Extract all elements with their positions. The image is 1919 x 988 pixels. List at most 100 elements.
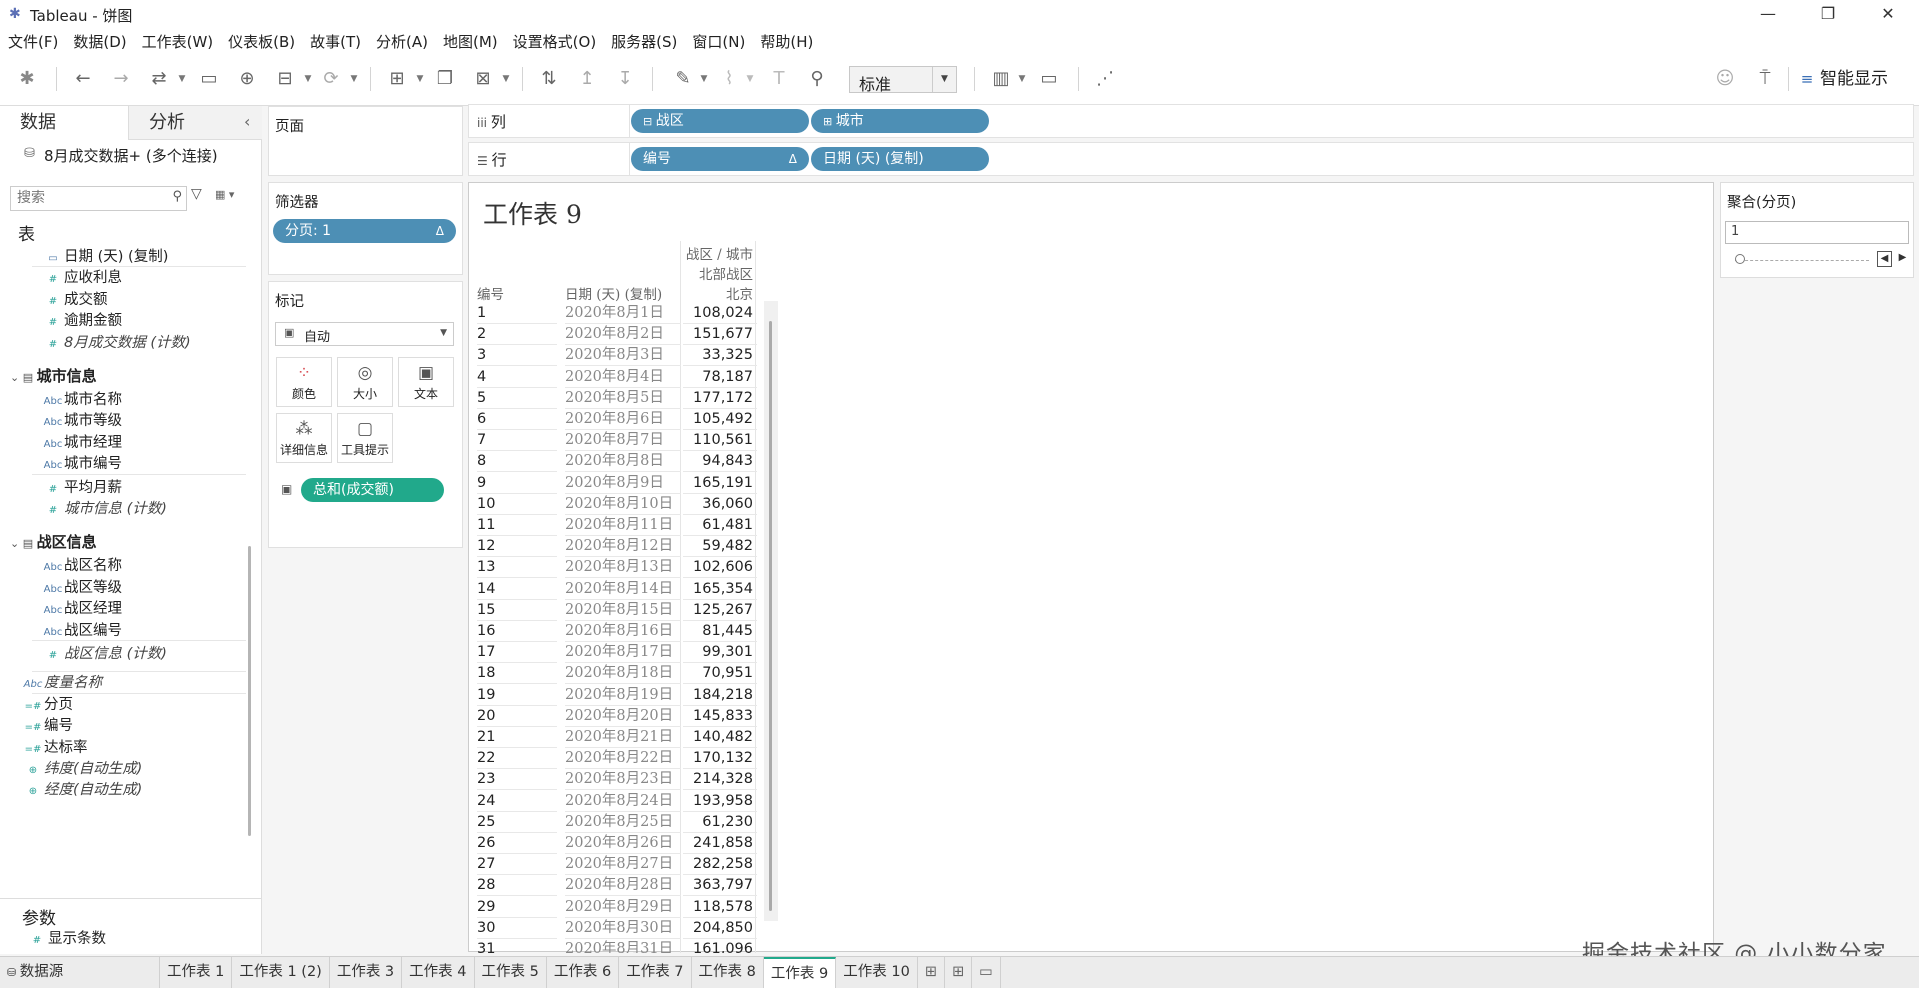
value-cell[interactable]: 59,482: [683, 536, 757, 558]
pause-updates-icon[interactable]: ⊟: [272, 66, 298, 92]
refresh-dropdown-icon[interactable]: ▼: [348, 66, 360, 92]
field-item[interactable]: # 战区信息 (计数): [42, 643, 167, 665]
field-item[interactable]: =# 编号: [22, 715, 73, 737]
redo-icon[interactable]: →: [108, 66, 134, 92]
columns-pill-city[interactable]: ⊞ 城市: [811, 109, 989, 133]
value-cell[interactable]: 105,492: [683, 409, 757, 430]
field-item[interactable]: ⊕ 纬度(自动生成): [22, 758, 143, 780]
replay-icon[interactable]: ⇄: [146, 66, 172, 92]
value-cell[interactable]: 110,561: [683, 430, 757, 452]
menu-item[interactable]: 数据(D): [65, 28, 133, 54]
show-cards-dropdown-icon[interactable]: ▼: [1016, 66, 1028, 92]
value-cell[interactable]: 140,482: [683, 727, 757, 748]
field-item[interactable]: Abc 战区编号: [42, 620, 122, 642]
value-cell[interactable]: 81,445: [683, 621, 757, 642]
value-cell[interactable]: 184,218: [683, 685, 757, 706]
zone-header[interactable]: 北部战区: [681, 263, 753, 283]
filter-icon[interactable]: ▽: [191, 186, 202, 202]
highlight-dropdown-icon[interactable]: ▼: [698, 66, 710, 92]
share-icon[interactable]: ⋰: [1092, 66, 1118, 92]
value-cell[interactable]: 61,230: [683, 812, 757, 833]
filter-pill[interactable]: 分页: 1 Δ: [273, 219, 456, 243]
menu-item[interactable]: 分析(A): [368, 28, 435, 54]
rows-pill-date[interactable]: 日期 (天) (复制): [811, 147, 989, 171]
field-item[interactable]: Abc 城市经理: [42, 432, 122, 454]
value-cell[interactable]: 33,325: [683, 345, 757, 367]
menu-item[interactable]: 故事(T): [302, 28, 368, 54]
value-cell[interactable]: 241,858: [683, 833, 757, 854]
highlight-icon[interactable]: ✎: [670, 66, 696, 92]
field-item[interactable]: # 成交额: [42, 289, 108, 311]
value-cell[interactable]: 108,024: [683, 303, 757, 324]
row-header-date[interactable]: 日期 (天) (复制): [565, 283, 662, 303]
detail-button[interactable]: ⁂ 详细信息: [276, 413, 332, 463]
table-scroll-track[interactable]: [764, 301, 778, 921]
close-button[interactable]: ✕: [1866, 2, 1910, 26]
clear-sheet-icon[interactable]: ⊠: [470, 66, 496, 92]
duplicate-sheet-icon[interactable]: ❐: [432, 66, 458, 92]
columns-pill-zone[interactable]: ⊟ 战区: [631, 109, 809, 133]
datasource-name[interactable]: 8月成交数据+ (多个连接): [44, 145, 218, 166]
sheet-tab[interactable]: 工作表 6: [547, 957, 620, 988]
parameter-item[interactable]: # 显示条数: [26, 928, 106, 950]
smart-show-label[interactable]: 智能显示: [1820, 66, 1890, 92]
menu-item[interactable]: 设置格式(O): [505, 28, 604, 54]
value-cell[interactable]: 70,951: [683, 663, 757, 685]
measure-pill[interactable]: 总和(成交额): [301, 478, 444, 502]
swap-icon[interactable]: ⇅: [536, 66, 562, 92]
sheet-tab[interactable]: 工作表 8: [692, 957, 764, 988]
new-sheet-icon[interactable]: ⊞: [384, 66, 410, 92]
value-cell[interactable]: 193,958: [683, 791, 757, 812]
pause-dropdown-icon[interactable]: ▼: [302, 66, 314, 92]
city-table-header[interactable]: ⌄ ▤ 城市信息: [10, 365, 97, 386]
menu-item[interactable]: 工作表(W): [134, 28, 221, 54]
sheet-tab[interactable]: 工作表 5: [475, 957, 547, 988]
rows-shelf[interactable]: ☰ 行 编号 Δ 日期 (天) (复制): [468, 142, 1914, 176]
city-header[interactable]: 北京: [681, 283, 753, 303]
field-item[interactable]: Abc 度量名称: [22, 672, 102, 694]
refresh-icon[interactable]: ⟳: [318, 66, 344, 92]
replay-dropdown-icon[interactable]: ▼: [176, 66, 188, 92]
show-cards-icon[interactable]: ▥: [988, 66, 1014, 92]
menu-item[interactable]: 窗口(N): [684, 28, 752, 54]
labels-icon[interactable]: T: [766, 66, 792, 92]
sheet-tab[interactable]: 工作表 1 (2): [232, 957, 330, 988]
smart-show-icon[interactable]: ≡: [1798, 66, 1816, 92]
field-item[interactable]: #8月成交数据 (计数): [42, 332, 191, 354]
presentation-icon[interactable]: ▭: [1036, 66, 1062, 92]
minimize-button[interactable]: —: [1746, 2, 1790, 26]
tab-analysis[interactable]: 分析: [128, 106, 262, 140]
zone-table-header[interactable]: ⌄ ▤ 战区信息: [10, 531, 97, 552]
menu-item[interactable]: 仪表板(B): [220, 28, 302, 54]
field-list-scrollbar[interactable]: [248, 546, 251, 836]
field-item[interactable]: Abc 城市等级: [42, 410, 122, 432]
size-button[interactable]: ◎ 大小: [337, 357, 393, 407]
page-slider-track[interactable]: [1735, 260, 1869, 261]
new-dashboard-icon[interactable]: ⊞: [945, 957, 973, 988]
new-story-icon[interactable]: ▭: [972, 957, 1001, 988]
field-item[interactable]: # 应收利息: [42, 267, 122, 289]
new-sheet-dropdown-icon[interactable]: ▼: [414, 66, 426, 92]
pin-icon[interactable]: ⚲: [804, 66, 830, 92]
menu-item[interactable]: 帮助(H): [752, 28, 820, 54]
ask-data-icon[interactable]: ☺: [1712, 66, 1738, 92]
next-page-icon[interactable]: ▶: [1895, 251, 1910, 267]
previous-page-icon[interactable]: ◀: [1877, 251, 1892, 267]
search-input[interactable]: [11, 187, 161, 209]
filters-card[interactable]: 筛选器 分页: 1 Δ: [268, 182, 463, 275]
new-datasource-icon[interactable]: ⊕: [234, 66, 260, 92]
sheet-tab[interactable]: 工作表 4: [402, 957, 475, 988]
columns-shelf[interactable]: iii 列 ⊟ 战区 ⊞ 城市: [468, 104, 1914, 138]
fit-select[interactable]: 标准 ▼: [849, 66, 957, 94]
tableau-home-icon[interactable]: ✱: [14, 66, 40, 92]
value-cell[interactable]: 204,850: [683, 918, 757, 939]
text-button[interactable]: ▣ 文本: [398, 357, 454, 407]
field-item[interactable]: # 逾期金额: [42, 310, 122, 332]
group-dropdown-icon[interactable]: ▼: [744, 66, 756, 92]
worksheet-view[interactable]: 工作表 9 战区 / 城市 北部战区 北京 编号 日期 (天) (复制) 1 20…: [468, 182, 1714, 953]
field-item[interactable]: =# 达标率: [22, 737, 88, 759]
field-item[interactable]: =# 分页: [22, 694, 73, 716]
pages-card[interactable]: 页面: [268, 106, 463, 176]
row-header-id[interactable]: 编号: [477, 283, 504, 303]
sheet-tab[interactable]: 工作表 1: [160, 957, 233, 988]
